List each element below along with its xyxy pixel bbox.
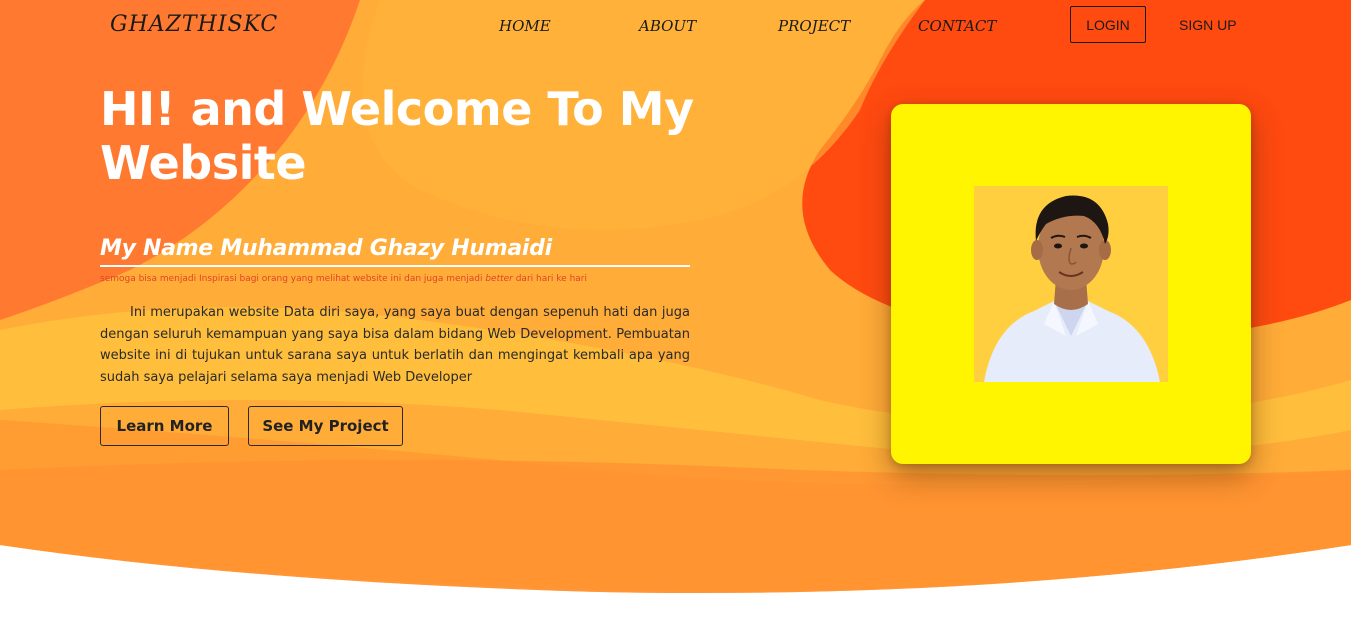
top-navbar: GHAZTHISKC HOME ABOUT PROJECT CONTACT LO… [0, 0, 1351, 52]
nav-link-about[interactable]: ABOUT [639, 17, 696, 35]
login-button[interactable]: LOGIN [1070, 6, 1146, 43]
about-description: Ini merupakan website Data diri saya, ya… [100, 305, 690, 385]
nav-link-home[interactable]: HOME [499, 17, 551, 35]
see-project-button[interactable]: See My Project [248, 406, 403, 446]
nav-link-project[interactable]: PROJECT [778, 17, 850, 35]
name-underline [100, 265, 690, 267]
brand-logo[interactable]: GHAZTHISKC [110, 12, 278, 37]
learn-more-button[interactable]: Learn More [100, 406, 229, 446]
hero-title: HI! and Welcome To My Website [100, 82, 694, 190]
tagline: semoga bisa menjadi Inspirasi bagi orang… [100, 274, 700, 284]
signup-link[interactable]: SIGN UP [1179, 17, 1237, 33]
profile-photo [974, 186, 1168, 382]
profile-photo-card [891, 104, 1251, 464]
nav-link-contact[interactable]: CONTACT [918, 17, 996, 35]
tagline-emphasis: better [485, 274, 513, 284]
tagline-text-end: dari hari ke hari [512, 274, 587, 284]
person-portrait-icon [974, 186, 1168, 382]
name-heading: My Name Muhammad Ghazy Humaidi [100, 236, 552, 261]
tagline-text-start: semoga bisa menjadi Inspirasi bagi orang… [100, 274, 486, 284]
